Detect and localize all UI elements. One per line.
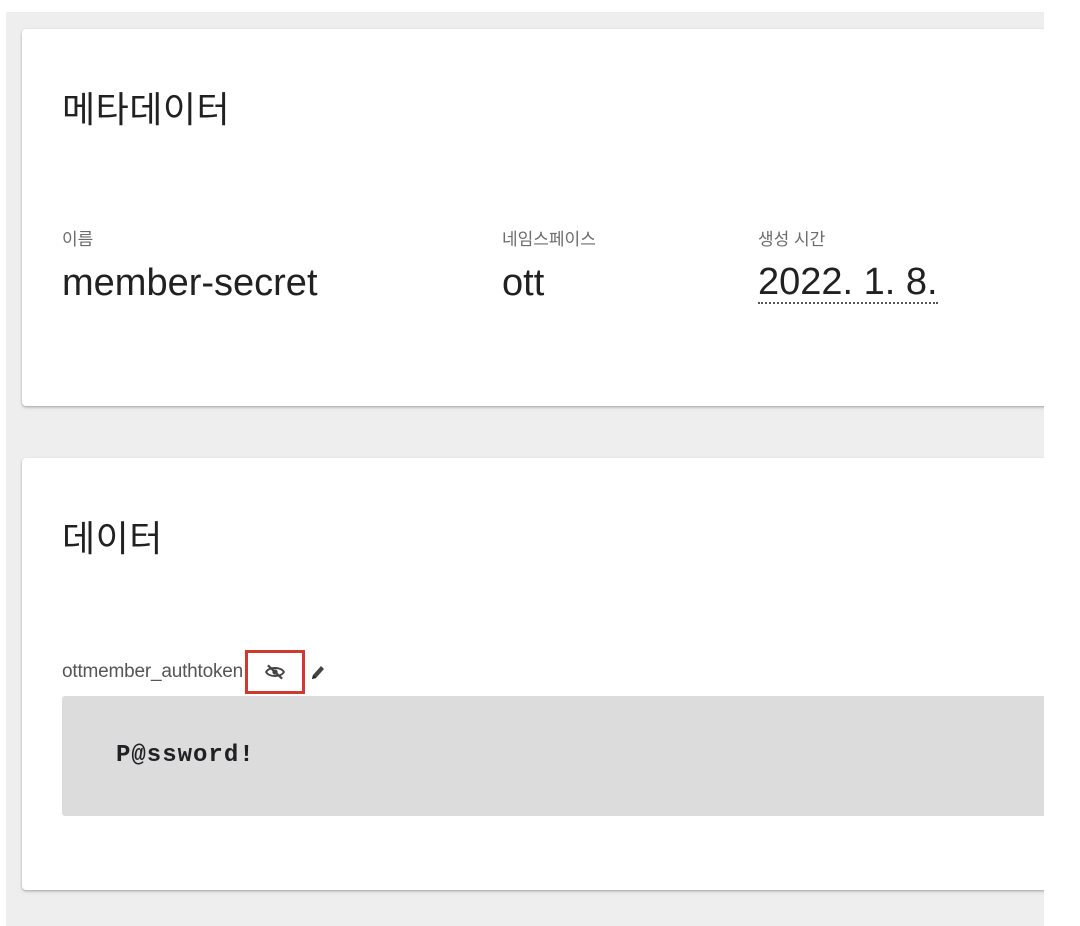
- secret-value[interactable]: P@ssword!: [116, 742, 255, 769]
- creation-time-value[interactable]: 2022. 1. 8.: [758, 262, 938, 304]
- pencil-icon: [312, 666, 325, 679]
- name-field: 이름 member-secret: [62, 225, 318, 305]
- data-key-label: ottmember_authtoken: [62, 661, 244, 682]
- data-card: 데이터 ottmember_authtoken P@ssword!: [22, 458, 1044, 890]
- secret-value-box: P@ssword!: [62, 696, 1044, 816]
- namespace-value: ott: [502, 262, 545, 304]
- metadata-card-title: 메타데이터: [62, 89, 231, 130]
- eye-off-icon: [265, 664, 286, 680]
- name-value: member-secret: [62, 262, 318, 304]
- data-entry-header: ottmember_authtoken: [62, 650, 329, 694]
- creation-time-label: 생성 시간: [758, 230, 826, 249]
- toggle-visibility-button[interactable]: [245, 650, 306, 694]
- right-gutter: [1044, 0, 1080, 926]
- creation-time-field: 생성 시간 2022. 1. 8.: [758, 225, 938, 304]
- edit-value-button[interactable]: [307, 661, 329, 683]
- metadata-card: 메타데이터 이름 member-secret 네임스페이스 ott 생성 시간 …: [22, 29, 1044, 406]
- top-strip: [0, 0, 1080, 12]
- data-card-title: 데이터: [62, 518, 163, 559]
- namespace-label: 네임스페이스: [502, 230, 596, 249]
- name-label: 이름: [62, 230, 94, 249]
- namespace-field: 네임스페이스 ott: [502, 225, 596, 305]
- secret-details-page: 메타데이터 이름 member-secret 네임스페이스 ott 생성 시간 …: [6, 12, 1044, 926]
